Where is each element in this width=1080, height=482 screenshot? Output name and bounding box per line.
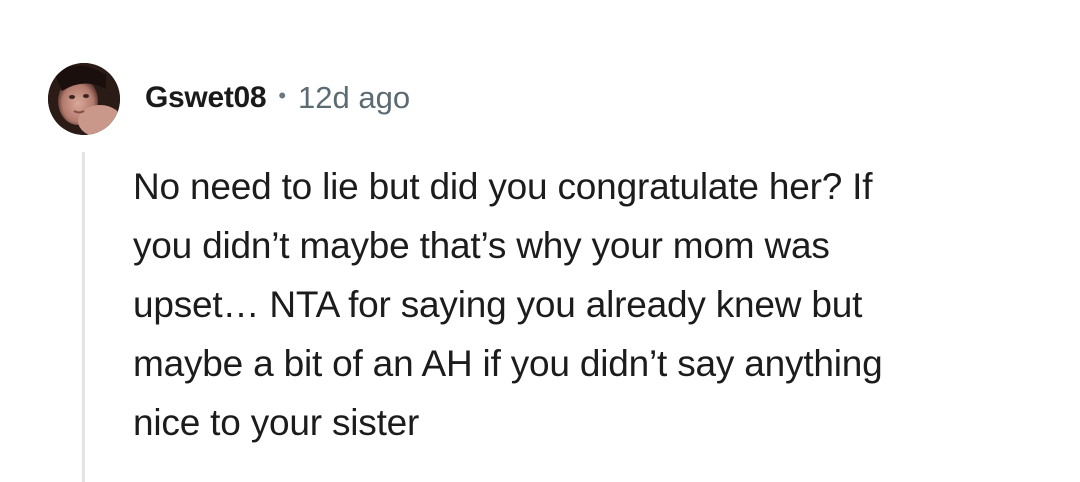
comment-body-line: you didn’t maybe that’s why your mom was (133, 225, 830, 266)
avatar[interactable] (48, 63, 120, 135)
comment-body-line: No need to lie but did you congratulate … (133, 166, 873, 207)
separator-dot: • (278, 83, 287, 108)
thread-collapse-line[interactable] (82, 152, 85, 482)
comment: Gswet08 • 12d ago No need to lie but did… (0, 0, 1080, 482)
avatar-image (48, 63, 120, 135)
comment-body: No need to lie but did you congratulate … (133, 157, 1033, 452)
comment-body-line: nice to your sister (133, 402, 420, 443)
comment-meta: Gswet08 • 12d ago (145, 76, 410, 120)
comment-body-line: maybe a bit of an AH if you didn’t say a… (133, 343, 883, 384)
comment-body-line: upset… NTA for saying you already knew b… (133, 284, 863, 325)
username-link[interactable]: Gswet08 (145, 81, 267, 115)
timestamp[interactable]: 12d ago (298, 80, 410, 116)
